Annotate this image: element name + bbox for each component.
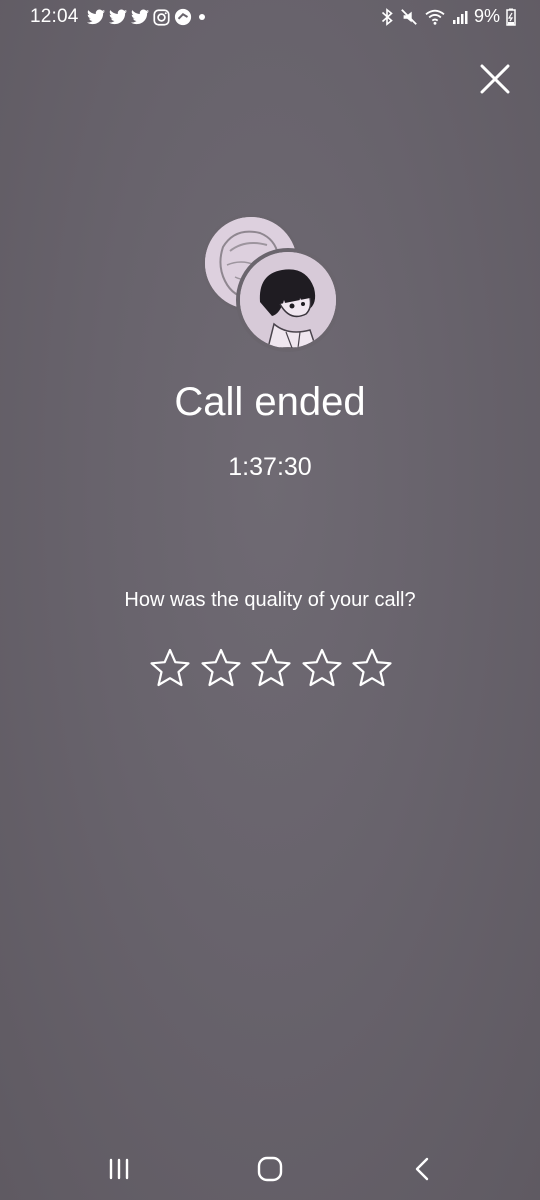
twitter-icon	[131, 9, 149, 25]
status-time: 12:04	[30, 6, 79, 27]
signal-icon	[452, 10, 468, 24]
navigation-bar	[0, 1140, 540, 1200]
call-duration: 1:37:30	[228, 453, 312, 481]
star-icon[interactable]	[148, 646, 192, 690]
mute-icon	[401, 8, 417, 25]
back-button[interactable]	[405, 1154, 439, 1184]
battery-level: 9%	[473, 6, 500, 26]
avatar	[236, 248, 340, 352]
star-icon[interactable]	[350, 646, 394, 690]
close-icon[interactable]	[476, 60, 514, 98]
star-icon[interactable]	[199, 646, 243, 690]
dot-icon	[199, 14, 205, 20]
recents-button[interactable]	[102, 1154, 136, 1184]
instagram-icon	[153, 8, 170, 26]
system-icons: 9%	[380, 6, 516, 27]
bluetooth-icon	[381, 7, 393, 26]
app-icon	[174, 8, 192, 26]
twitter-icon	[87, 9, 105, 25]
status-bar: 12:04 9%	[0, 0, 540, 36]
participant-avatars	[198, 210, 343, 355]
notification-icons	[87, 8, 208, 26]
twitter-icon	[109, 9, 127, 25]
home-button[interactable]	[253, 1154, 287, 1184]
star-rating	[148, 646, 394, 692]
star-icon[interactable]	[300, 646, 344, 690]
wifi-icon	[425, 9, 445, 25]
rating-question: How was the quality of your call?	[124, 589, 416, 611]
battery-charging-icon	[506, 8, 516, 26]
star-icon[interactable]	[249, 646, 293, 690]
call-status-title: Call ended	[174, 380, 366, 424]
